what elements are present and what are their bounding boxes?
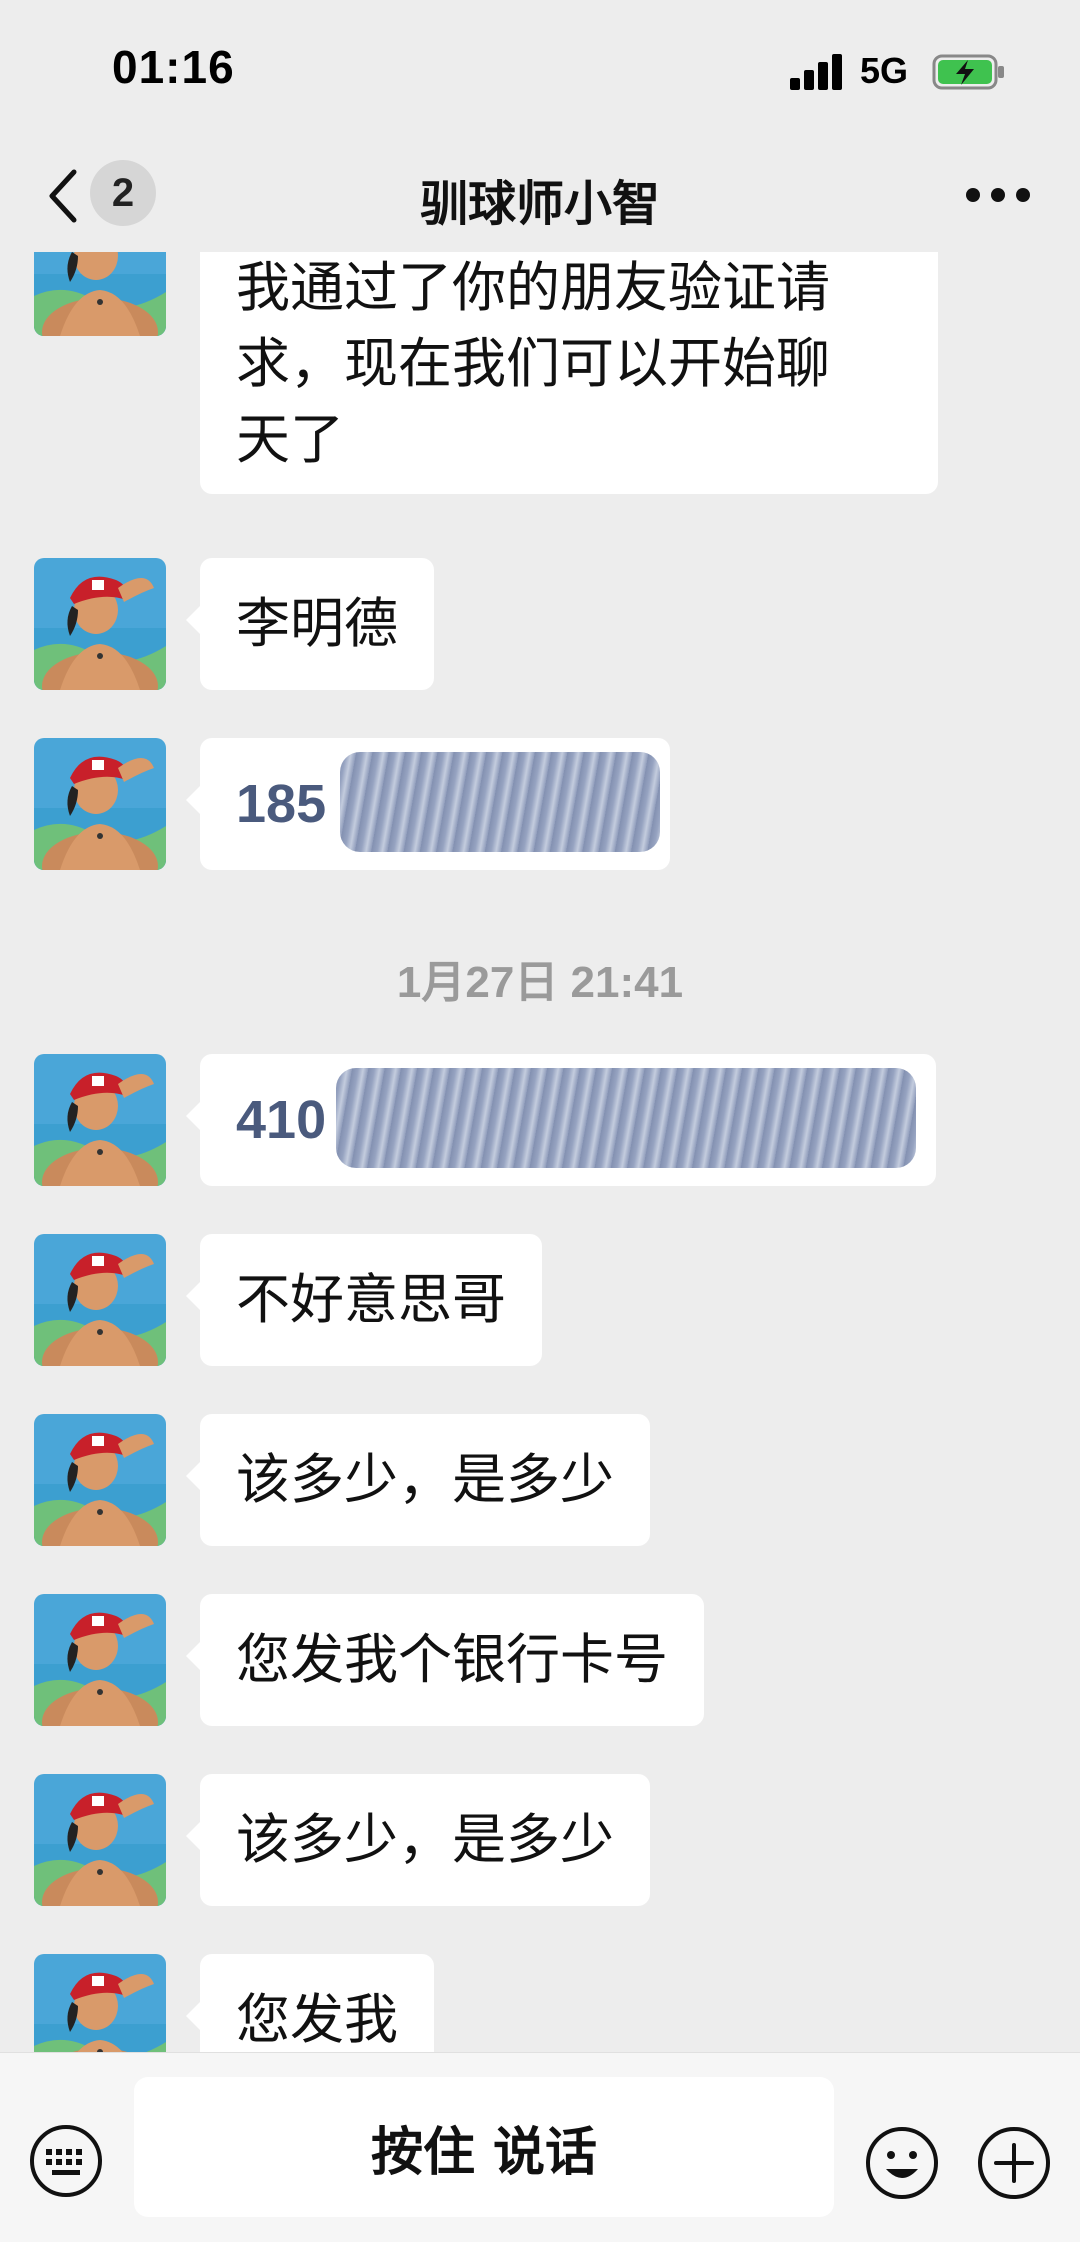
message-bubble[interactable]: 我通过了你的朋友验证请 求，现在我们可以开始聊 天了 bbox=[200, 252, 938, 494]
redaction-scribble bbox=[340, 752, 660, 852]
message-text: 该多少，是多少 bbox=[236, 1808, 614, 1871]
message-text-line: 我通过了你的朋友验证请 bbox=[236, 256, 830, 319]
network-label: 5G bbox=[860, 50, 909, 91]
contact-avatar[interactable] bbox=[34, 738, 166, 870]
message-text: 您发我 bbox=[236, 1988, 398, 2051]
input-bar: 按住 说话 bbox=[0, 2052, 1080, 2242]
message-bubble[interactable]: 该多少，是多少 bbox=[186, 1414, 650, 1546]
message-bubble[interactable]: 410 bbox=[186, 1054, 936, 1186]
plus-icon[interactable] bbox=[976, 2125, 1052, 2201]
contact-avatar[interactable] bbox=[34, 1414, 166, 1546]
redacted-number-prefix: 410 bbox=[236, 1090, 327, 1150]
redacted-number-prefix: 185 bbox=[236, 774, 327, 834]
message-text-line: 天了 bbox=[236, 408, 344, 471]
message-bubble[interactable]: 不好意思哥 bbox=[186, 1234, 542, 1366]
status-bar: 01:16 5G bbox=[0, 0, 1080, 140]
message-text-line: 求，现在我们可以开始聊 bbox=[236, 332, 830, 395]
contact-avatar[interactable] bbox=[34, 1054, 166, 1186]
message-list[interactable]: 我通过了你的朋友验证请 求，现在我们可以开始聊 天了 李明德 185 1月27日… bbox=[0, 252, 1080, 2052]
time-divider: 1月27日 21:41 bbox=[396, 958, 684, 1007]
status-time: 01:16 bbox=[112, 41, 235, 93]
message-text: 李明德 bbox=[236, 592, 398, 655]
message-bubble[interactable]: 李明德 bbox=[186, 558, 434, 690]
chevron-left-icon[interactable] bbox=[44, 168, 80, 224]
hold-to-talk-button[interactable]: 按住 说话 bbox=[134, 2077, 834, 2217]
message-text: 不好意思哥 bbox=[236, 1268, 506, 1331]
message-text: 该多少，是多少 bbox=[236, 1448, 614, 1511]
contact-avatar[interactable] bbox=[34, 1594, 166, 1726]
contact-avatar[interactable] bbox=[34, 558, 166, 690]
emoji-icon[interactable] bbox=[864, 2125, 940, 2201]
contact-avatar[interactable] bbox=[34, 252, 166, 336]
contact-avatar[interactable] bbox=[34, 1234, 166, 1366]
message-text: 您发我个银行卡号 bbox=[236, 1628, 668, 1691]
more-icon[interactable] bbox=[966, 188, 1030, 204]
keyboard-icon[interactable] bbox=[28, 2123, 104, 2199]
signal-icon bbox=[790, 54, 846, 90]
chat-header: 2 驯球师小智 bbox=[0, 140, 1080, 252]
contact-avatar[interactable] bbox=[34, 1774, 166, 1906]
message-bubble[interactable]: 您发我个银行卡号 bbox=[186, 1594, 704, 1726]
battery-charging-icon bbox=[932, 54, 1004, 90]
chat-title: 驯球师小智 bbox=[419, 176, 660, 232]
message-bubble[interactable]: 185 bbox=[186, 738, 670, 870]
redaction-scribble bbox=[336, 1068, 916, 1168]
contact-avatar[interactable] bbox=[34, 1954, 166, 2052]
message-bubble[interactable]: 该多少，是多少 bbox=[186, 1774, 650, 1906]
message-bubble[interactable]: 您发我 bbox=[186, 1954, 434, 2052]
unread-badge[interactable]: 2 bbox=[90, 160, 156, 226]
